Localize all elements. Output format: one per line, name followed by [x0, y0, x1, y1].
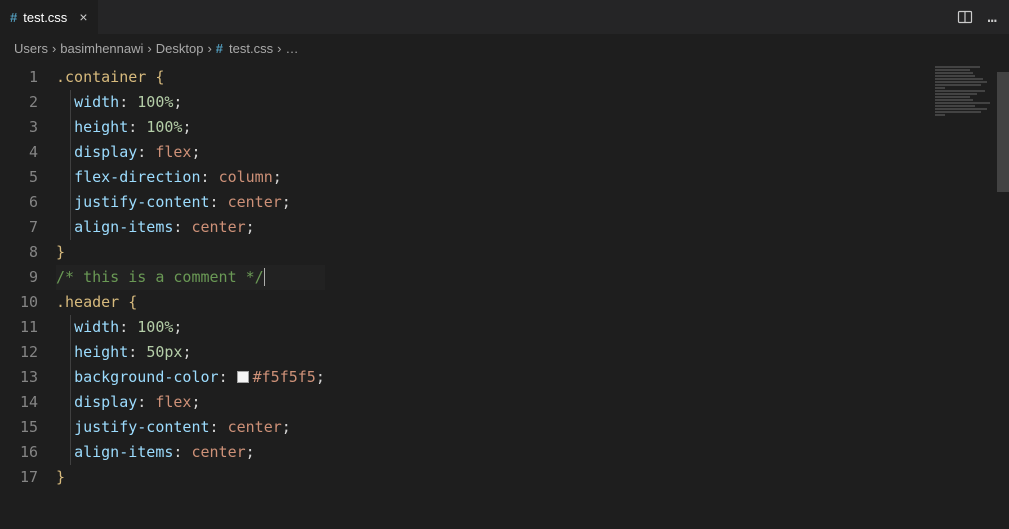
line-number-gutter: 1 2 3 4 5 6 7 8 9 10 11 12 13 14 15 16 1…: [0, 61, 56, 529]
code-line[interactable]: justify-content: center;: [56, 190, 325, 215]
code-line[interactable]: .header {: [56, 290, 325, 315]
line-number: 7: [0, 215, 56, 240]
editor[interactable]: 1 2 3 4 5 6 7 8 9 10 11 12 13 14 15 16 1…: [0, 61, 1009, 529]
scrollbar-thumb[interactable]: [997, 72, 1009, 192]
code-line[interactable]: flex-direction: column;: [56, 165, 325, 190]
line-number: 5: [0, 165, 56, 190]
line-number: 12: [0, 340, 56, 365]
editor-actions: …: [945, 0, 1009, 34]
code-content[interactable]: .container { width: 100%; height: 100%; …: [56, 61, 325, 529]
code-line[interactable]: background-color: #f5f5f5;: [56, 365, 325, 390]
line-number: 6: [0, 190, 56, 215]
code-line[interactable]: width: 100%;: [56, 315, 325, 340]
line-number: 13: [0, 365, 56, 390]
more-actions-icon[interactable]: …: [987, 9, 997, 25]
breadcrumb-seg[interactable]: test.css: [229, 41, 273, 56]
code-line[interactable]: width: 100%;: [56, 90, 325, 115]
chevron-right-icon: ›: [277, 41, 281, 56]
css-file-icon: #: [216, 41, 223, 56]
tab-bar: # test.css × …: [0, 0, 1009, 35]
line-number: 2: [0, 90, 56, 115]
code-line[interactable]: }: [56, 240, 325, 265]
line-number: 8: [0, 240, 56, 265]
tab-filename: test.css: [23, 10, 67, 25]
close-icon[interactable]: ×: [79, 9, 87, 25]
chevron-right-icon: ›: [147, 41, 151, 56]
line-number: 15: [0, 415, 56, 440]
code-line[interactable]: display: flex;: [56, 140, 325, 165]
color-swatch-icon[interactable]: [237, 371, 249, 383]
breadcrumb-seg[interactable]: basimhennawi: [60, 41, 143, 56]
vertical-scrollbar[interactable]: [997, 60, 1009, 520]
line-number: 10: [0, 290, 56, 315]
line-number: 4: [0, 140, 56, 165]
line-number: 17: [0, 465, 56, 490]
code-line[interactable]: height: 50px;: [56, 340, 325, 365]
chevron-right-icon: ›: [207, 41, 211, 56]
line-number: 1: [0, 65, 56, 90]
code-line[interactable]: align-items: center;: [56, 215, 325, 240]
code-line[interactable]: justify-content: center;: [56, 415, 325, 440]
breadcrumb[interactable]: Users › basimhennawi › Desktop › # test.…: [0, 35, 1009, 61]
breadcrumb-seg[interactable]: Desktop: [156, 41, 204, 56]
code-line[interactable]: display: flex;: [56, 390, 325, 415]
chevron-right-icon: ›: [52, 41, 56, 56]
line-number: 11: [0, 315, 56, 340]
breadcrumb-seg[interactable]: Users: [14, 41, 48, 56]
code-line[interactable]: /* this is a comment */: [56, 265, 325, 290]
line-number: 14: [0, 390, 56, 415]
split-editor-icon[interactable]: [957, 9, 973, 25]
text-cursor: [264, 268, 265, 286]
breadcrumb-tail[interactable]: …: [285, 41, 298, 56]
line-number: 16: [0, 440, 56, 465]
line-number: 3: [0, 115, 56, 140]
tab-test-css[interactable]: # test.css ×: [0, 0, 99, 34]
css-file-icon: #: [10, 10, 17, 25]
line-number: 9: [0, 265, 56, 290]
minimap[interactable]: [935, 65, 995, 105]
code-line[interactable]: .container {: [56, 65, 325, 90]
code-line[interactable]: height: 100%;: [56, 115, 325, 140]
code-line[interactable]: align-items: center;: [56, 440, 325, 465]
code-line[interactable]: }: [56, 465, 325, 490]
